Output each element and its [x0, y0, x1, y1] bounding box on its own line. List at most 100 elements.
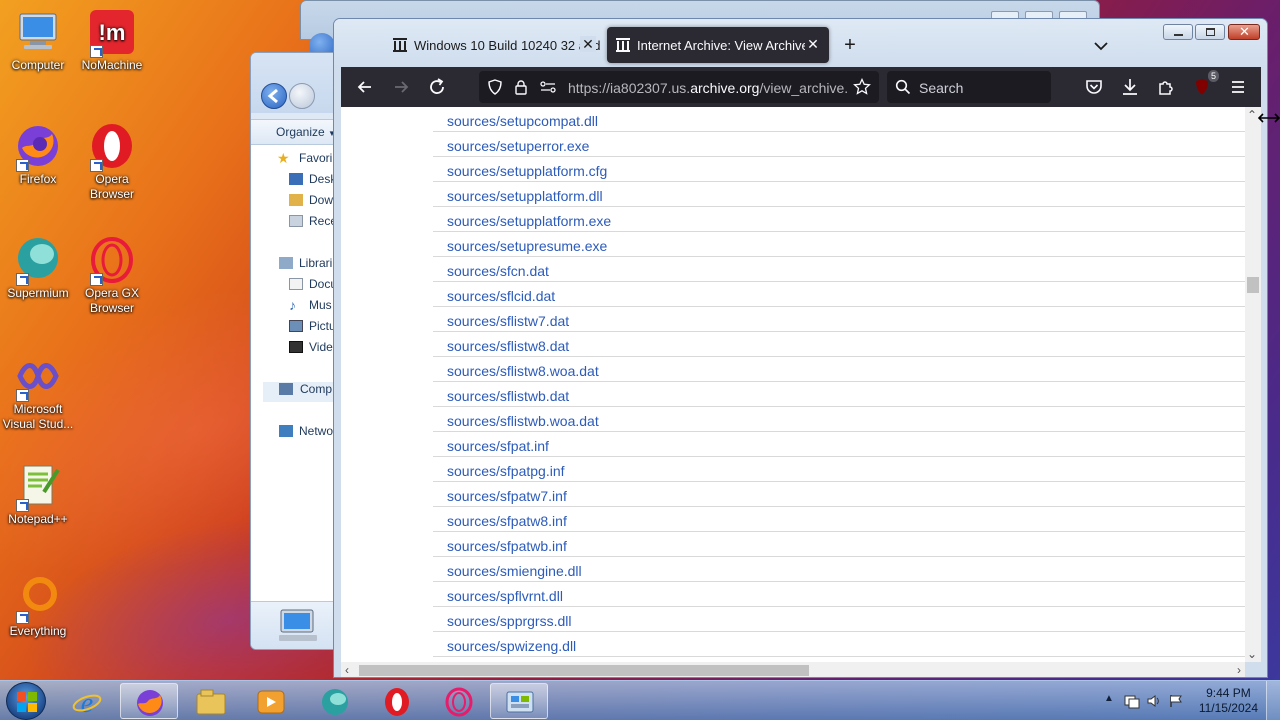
file-link[interactable]: sources/sfcn.dat	[447, 263, 549, 279]
desktop-icon-opera-gx[interactable]: Opera GX Browser	[74, 236, 150, 316]
forward-button[interactable]	[289, 83, 315, 109]
desktop-icon-everything[interactable]: Everything	[0, 574, 76, 639]
svg-text:e: e	[81, 688, 93, 717]
organize-button[interactable]: Organize	[276, 125, 325, 139]
show-hidden-icons-chevron-icon[interactable]: ▲	[1104, 693, 1114, 704]
tree-item-libraries[interactable]: Librari	[279, 256, 332, 276]
taskbar-file-explorer[interactable]	[182, 683, 240, 719]
horizontal-scrollbar[interactable]: ‹ ›	[341, 662, 1245, 677]
file-link[interactable]: sources/spprgrss.dll	[447, 613, 572, 629]
back-button[interactable]	[261, 83, 287, 109]
file-link[interactable]: sources/sfpatw8.inf	[447, 513, 567, 529]
file-link[interactable]: sources/setupcompat.dll	[447, 113, 598, 129]
desktop-icon-label: Opera GX Browser	[84, 286, 140, 315]
bookmark-star-icon[interactable]	[853, 78, 871, 96]
file-link[interactable]: sources/sflistwb.dat	[447, 388, 569, 404]
minimize-button[interactable]	[1163, 24, 1193, 40]
downloads-button[interactable]	[1118, 75, 1142, 99]
scroll-down-arrow-icon[interactable]: ⌄	[1247, 648, 1257, 660]
file-link[interactable]: sources/sfpatw7.inf	[447, 488, 567, 504]
internet-explorer-icon: e	[72, 688, 102, 717]
taskbar-internet-explorer[interactable]: e	[58, 683, 116, 719]
clock[interactable]: 9:44 PM 11/15/2024	[1199, 686, 1258, 716]
new-tab-button[interactable]: +	[840, 35, 860, 55]
taskbar-control-panel[interactable]	[490, 683, 548, 719]
back-button[interactable]	[353, 75, 377, 99]
volume-icon[interactable]	[1146, 693, 1162, 709]
reload-button[interactable]	[425, 75, 449, 99]
desktop-icon-firefox[interactable]: Firefox	[0, 122, 76, 187]
file-link[interactable]: sources/smiengine.dll	[447, 563, 582, 579]
tree-item-videos[interactable]: Vide	[289, 340, 333, 360]
search-icon	[895, 79, 911, 95]
taskbar-firefox[interactable]	[120, 683, 178, 719]
file-link[interactable]: sources/sfpat.inf	[447, 438, 549, 454]
file-link[interactable]: sources/spwizeng.dll	[447, 638, 576, 654]
desktop-icon-computer[interactable]: Computer	[0, 8, 76, 73]
tab-internet-archive[interactable]: Internet Archive: View Archive ✕	[607, 27, 829, 63]
firefox-window[interactable]: Windows 10 Build 10240 32 and 64 bit ✕ I…	[333, 18, 1268, 678]
vertical-scrollbar[interactable]: ⌃ ⌄	[1245, 107, 1261, 662]
close-tab-icon[interactable]: ✕	[580, 36, 596, 52]
desktop-icon-opera[interactable]: Opera Browser	[74, 122, 150, 202]
tree-item-downloads[interactable]: Dow	[289, 193, 333, 213]
resize-cursor-icon	[1258, 113, 1280, 123]
pocket-button[interactable]	[1082, 75, 1106, 99]
tree-item-desktop[interactable]: Desk	[289, 172, 336, 192]
arrow-left-icon	[357, 81, 371, 93]
url-text[interactable]: https://ia802307.us.archive.org/view_arc…	[568, 80, 848, 96]
file-link[interactable]: sources/spflvrnt.dll	[447, 588, 563, 604]
url-bar[interactable]: https://ia802307.us.archive.org/view_arc…	[479, 71, 879, 103]
close-button[interactable]: ✕	[1228, 24, 1260, 40]
taskbar-opera[interactable]	[368, 683, 426, 719]
tree-item-documents[interactable]: Docu	[289, 277, 337, 297]
file-link[interactable]: sources/setupplatform.cfg	[447, 163, 607, 179]
reload-icon	[430, 78, 444, 94]
file-link[interactable]: sources/sflistw8.dat	[447, 338, 569, 354]
file-link[interactable]: sources/setupplatform.dll	[447, 188, 603, 204]
action-center-flag-icon[interactable]	[1124, 693, 1140, 709]
lock-icon[interactable]	[513, 79, 529, 95]
file-link[interactable]: sources/setuperror.exe	[447, 138, 589, 154]
tree-item-pictures[interactable]: Pictu	[289, 319, 336, 339]
taskbar-opera-gx[interactable]	[430, 683, 488, 719]
desktop-icon-supermium[interactable]: Supermium	[0, 236, 76, 301]
desktop-icon-visual-studio[interactable]: Microsoft Visual Stud...	[0, 352, 76, 432]
file-link[interactable]: sources/sflistw8.woa.dat	[447, 363, 599, 379]
scroll-left-arrow-icon[interactable]: ‹	[345, 664, 349, 676]
list-all-tabs-button[interactable]	[1091, 36, 1111, 56]
maximize-button[interactable]	[1195, 24, 1225, 40]
file-link[interactable]: sources/sflistw7.dat	[447, 313, 569, 329]
network-tray-icon[interactable]	[1168, 693, 1184, 709]
taskbar-media-player[interactable]	[242, 683, 300, 719]
file-link[interactable]: sources/sfpatwb.inf	[447, 538, 567, 554]
app-menu-button[interactable]	[1226, 75, 1250, 99]
search-bar[interactable]: Search	[887, 71, 1051, 103]
scroll-up-arrow-icon[interactable]: ⌃	[1247, 109, 1257, 121]
scroll-right-arrow-icon[interactable]: ›	[1237, 664, 1241, 676]
desktop-icon-notepadpp[interactable]: Notepad++	[0, 462, 76, 527]
file-link[interactable]: sources/sflcid.dat	[447, 288, 555, 304]
vertical-scroll-thumb[interactable]	[1247, 277, 1259, 293]
desktop-icon-nomachine[interactable]: !m NoMachine	[74, 8, 150, 73]
tracking-protection-shield-icon[interactable]	[487, 79, 503, 95]
start-button[interactable]	[6, 682, 46, 720]
tree-item-recent[interactable]: Rece	[289, 214, 337, 234]
tab-windows10-build[interactable]: Windows 10 Build 10240 32 and 64 bit ✕	[384, 27, 604, 63]
site-permissions-icon[interactable]	[539, 79, 557, 95]
show-desktop-button[interactable]	[1266, 681, 1280, 720]
file-link[interactable]: sources/sflistwb.woa.dat	[447, 413, 599, 429]
tree-item-favorites[interactable]: ★ Favori	[277, 150, 332, 171]
file-link[interactable]: sources/sfpatpg.inf	[447, 463, 565, 479]
taskbar-supermium[interactable]	[306, 683, 364, 719]
ublock-origin-button[interactable]: 5	[1190, 70, 1219, 99]
file-link[interactable]: sources/setupplatform.exe	[447, 213, 611, 229]
tree-item-music[interactable]: ♪ Mus	[289, 297, 332, 318]
horizontal-scroll-thumb[interactable]	[359, 665, 809, 676]
file-list-row: sources/sfcn.dat	[433, 257, 1245, 282]
file-link[interactable]: sources/setupresume.exe	[447, 238, 607, 254]
close-tab-icon[interactable]: ✕	[805, 36, 821, 52]
forward-button[interactable]	[389, 75, 413, 99]
extensions-button[interactable]	[1154, 75, 1178, 99]
tree-item-network[interactable]: Netwo	[279, 424, 333, 444]
